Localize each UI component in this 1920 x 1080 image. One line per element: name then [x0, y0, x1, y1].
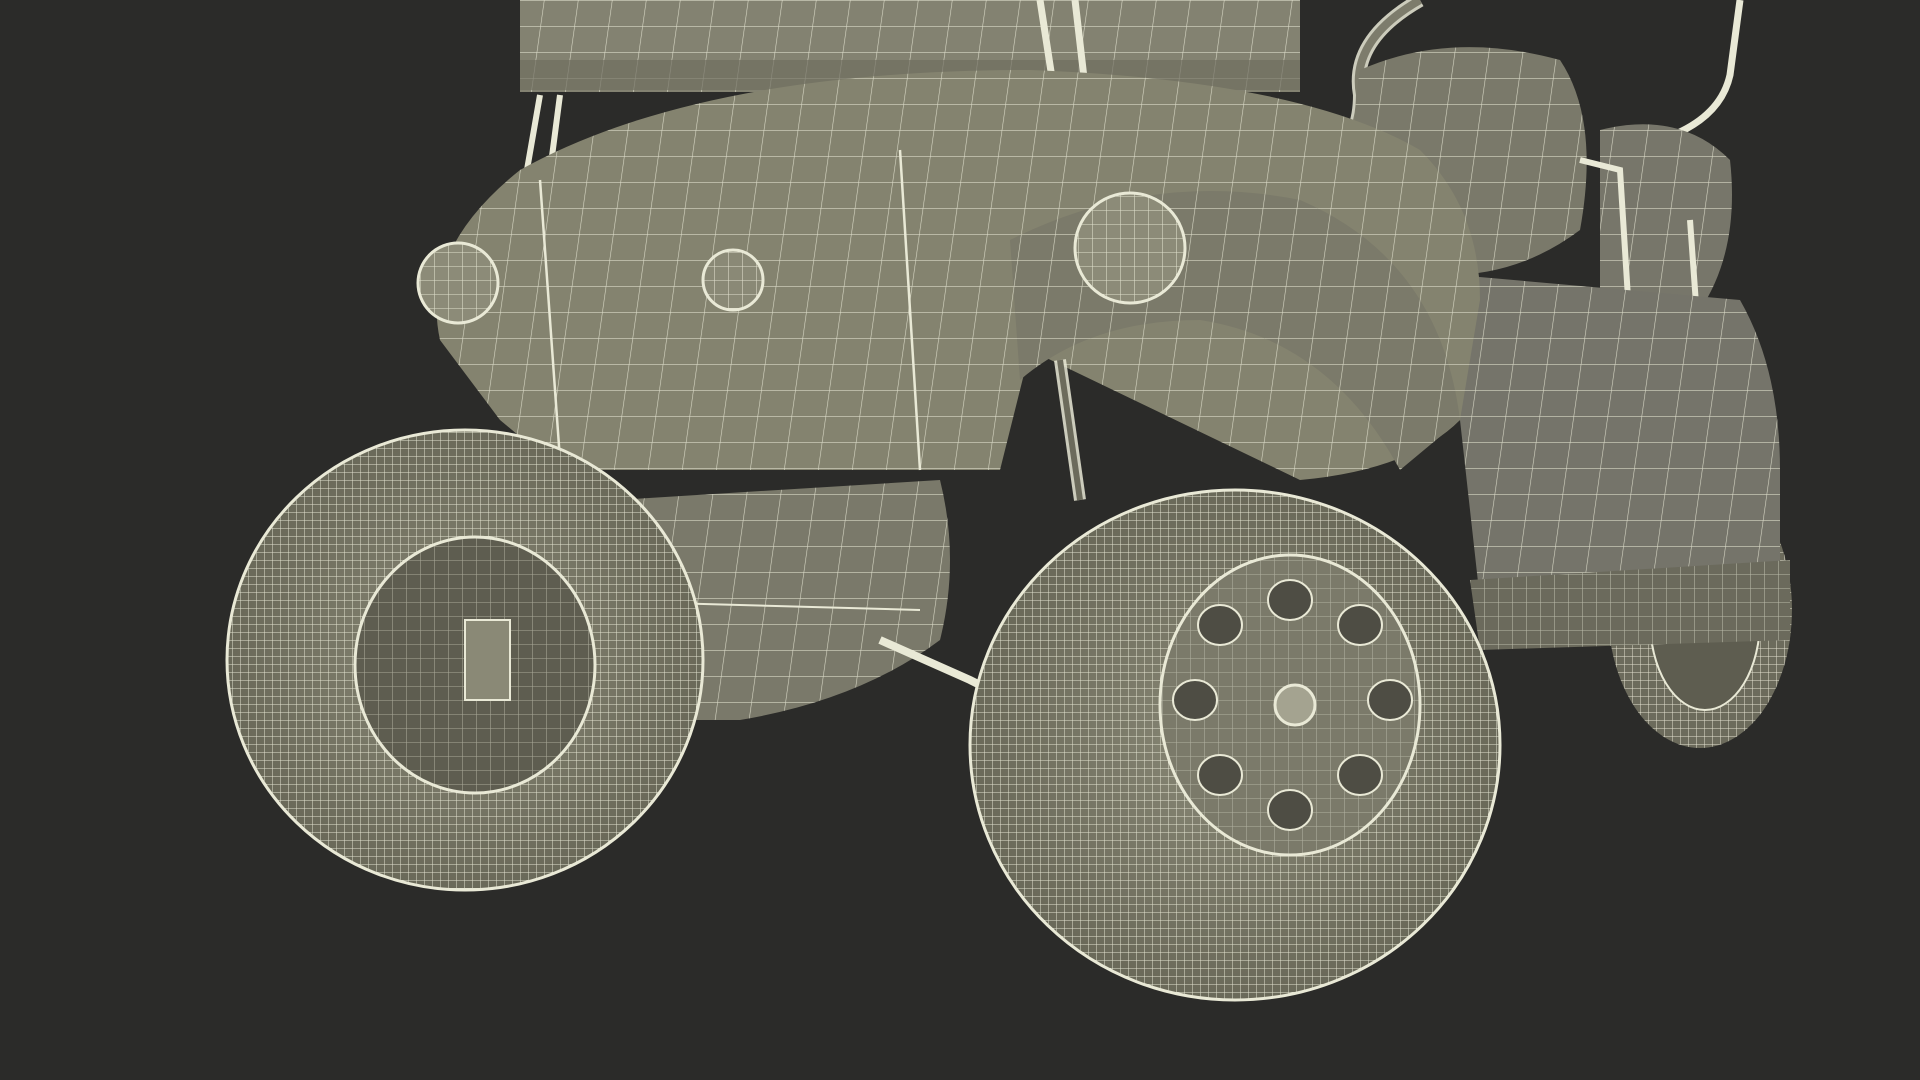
render-viewport — [0, 0, 1920, 1080]
front-emblem — [701, 248, 765, 312]
front-right-wheel — [968, 488, 1502, 1002]
front-left-wheel — [225, 428, 705, 892]
right-headlight — [1073, 191, 1187, 305]
golf-cart-wireframe-render — [225, 0, 1792, 1002]
left-headlight — [416, 241, 500, 325]
